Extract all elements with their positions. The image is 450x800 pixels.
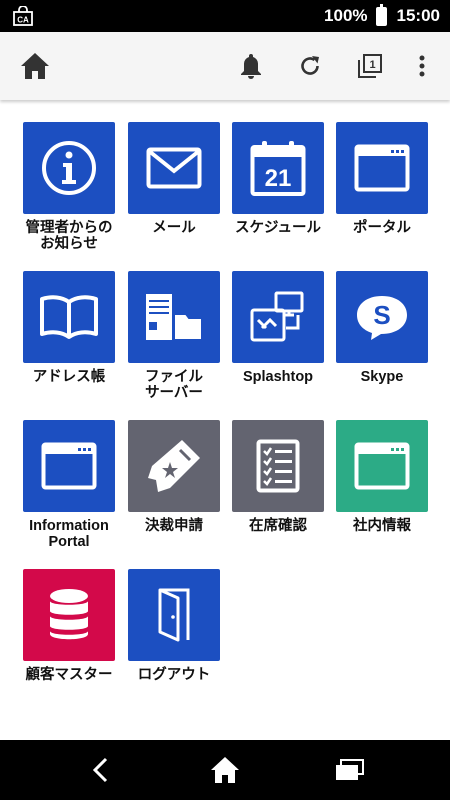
more-options-button[interactable]: [404, 32, 440, 100]
checklist-icon: [256, 439, 300, 493]
app-label-schedule: スケジュール: [235, 220, 321, 236]
clock: 15:00: [396, 6, 440, 25]
home-button[interactable]: [12, 32, 58, 100]
app-label-presence: 在席確認: [249, 518, 307, 534]
back-icon: [92, 757, 108, 783]
battery-percent: 100%: [324, 6, 368, 25]
tabs-button[interactable]: 1: [347, 32, 393, 100]
remote-desktop-icon: [250, 291, 304, 342]
app-tile-splashtop[interactable]: [232, 271, 324, 363]
app-label-customer-master: 顧客マスター: [25, 667, 113, 683]
app-tile-logout[interactable]: [128, 569, 220, 661]
ca-bag-icon: CA: [12, 5, 34, 26]
app-label-splashtop: Splashtop: [242, 369, 314, 385]
app-tile-information-portal[interactable]: [23, 420, 115, 512]
database-icon: [50, 589, 88, 640]
tabs-icon: 1: [358, 54, 382, 78]
nav-back-button[interactable]: [70, 740, 130, 800]
file-server-icon: [146, 294, 203, 341]
refresh-button[interactable]: [287, 32, 333, 100]
approval-ticket-icon: [148, 440, 200, 492]
app-label-company-info: 社内情報: [353, 518, 411, 534]
bell-icon: [241, 54, 261, 79]
app-tile-customer-master[interactable]: [23, 569, 115, 661]
home-icon: [21, 53, 49, 79]
more-vert-icon: [419, 55, 425, 77]
app-label-address-book: アドレス帳: [32, 369, 106, 385]
app-tile-mail[interactable]: [128, 122, 220, 214]
logout-door-icon: [158, 588, 190, 642]
system-nav-bar: [0, 740, 450, 800]
status-bar: CA 100% 15:00: [0, 0, 450, 32]
app-grid: 管理者からの お知らせ メール 21 スケジュール ポータル アドレス帳 ファイ…: [0, 100, 450, 740]
battery-icon: [375, 3, 387, 26]
app-tile-file-server[interactable]: [128, 271, 220, 363]
tab-count: 1: [369, 59, 375, 71]
info-icon: [42, 141, 96, 195]
app-tile-address-book[interactable]: [23, 271, 115, 363]
calendar-icon: 21: [250, 141, 306, 196]
app-label-skype: Skype: [360, 369, 404, 385]
app-tile-presence[interactable]: [232, 420, 324, 512]
refresh-icon: [301, 56, 319, 75]
browser-window-icon: [354, 144, 410, 192]
book-icon: [40, 295, 98, 339]
app-label-information-portal: Information Portal: [29, 518, 109, 550]
recent-apps-icon: [336, 759, 364, 780]
mail-icon: [146, 147, 202, 189]
app-tile-approval[interactable]: [128, 420, 220, 512]
app-tile-portal[interactable]: [336, 122, 428, 214]
app-label-mail: メール: [152, 220, 196, 236]
app-label-admin-notice: 管理者からの お知らせ: [25, 220, 113, 252]
calendar-day: 21: [265, 165, 292, 192]
notifications-button[interactable]: [228, 32, 274, 100]
app-tile-company-info[interactable]: [336, 420, 428, 512]
home-icon: [211, 757, 239, 783]
app-toolbar: 1: [0, 32, 450, 100]
app-tile-skype[interactable]: S: [336, 271, 428, 363]
app-label-file-server: ファイル サーバー: [145, 369, 203, 401]
skype-letter: S: [373, 300, 390, 330]
app-tile-admin-notice[interactable]: [23, 122, 115, 214]
app-tile-schedule[interactable]: 21: [232, 122, 324, 214]
app-label-logout: ログアウト: [137, 667, 211, 683]
app-label-approval: 決裁申請: [145, 518, 203, 534]
skype-icon: S: [357, 296, 407, 340]
app-label-portal: ポータル: [353, 220, 411, 236]
nav-home-button[interactable]: [195, 740, 255, 800]
browser-window-icon: [41, 442, 97, 490]
nav-recent-apps-button[interactable]: [320, 740, 380, 800]
ca-bag-text: CA: [17, 16, 29, 25]
browser-window-icon: [354, 442, 410, 490]
